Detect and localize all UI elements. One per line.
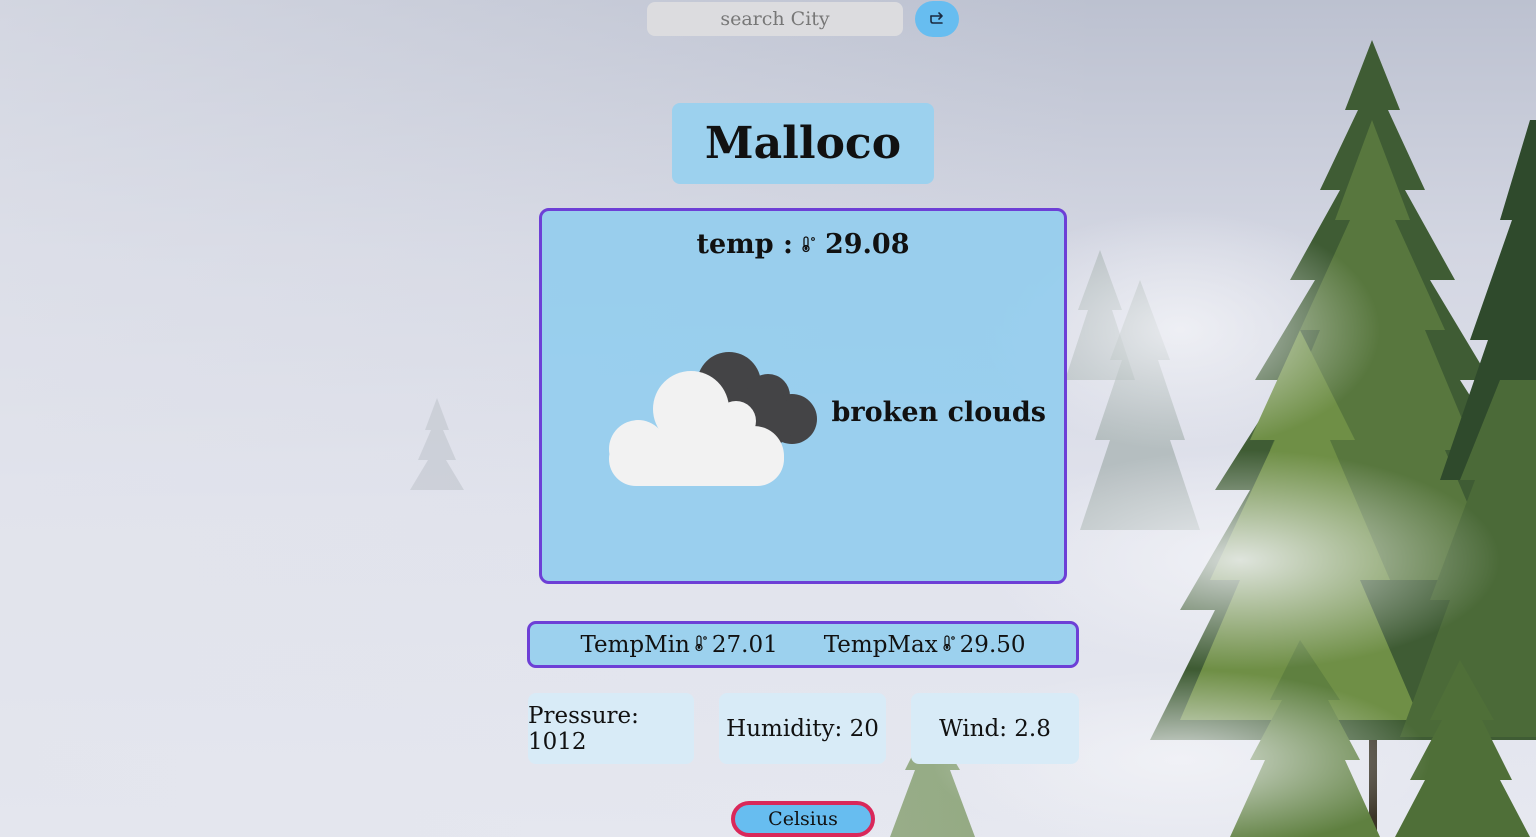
thermometer-icon — [942, 632, 956, 658]
broken-clouds-icon — [604, 346, 824, 490]
temp-max-label: TempMax — [823, 631, 938, 658]
unit-toggle-button[interactable]: Celsius — [731, 801, 875, 837]
refresh-icon — [927, 9, 947, 30]
current-weather-card: temp : 29.08 broken clouds — [539, 208, 1067, 584]
wind-stat: Wind: 2.8 — [911, 693, 1079, 764]
weather-description: broken clouds — [831, 397, 1046, 428]
temp-min-label: TempMin — [580, 631, 690, 658]
humidity-stat: Humidity: 20 — [719, 693, 886, 764]
temp-range-bar: TempMin 27.01 TempMax 29.50 — [527, 621, 1079, 668]
temp-label: temp : — [696, 229, 793, 260]
search-button[interactable] — [915, 1, 959, 37]
thermometer-icon — [801, 229, 817, 260]
temp-min-value: 27.01 — [711, 631, 778, 658]
temp-max: TempMax 29.50 — [824, 632, 1026, 658]
temp-value: 29.08 — [824, 229, 910, 260]
temp-max-value: 29.50 — [959, 631, 1026, 658]
search-input[interactable] — [647, 2, 903, 36]
temp-min: TempMin 27.01 — [580, 632, 777, 658]
city-name: Malloco — [704, 118, 902, 169]
temperature-line: temp : 29.08 — [542, 229, 1064, 260]
city-header: Malloco — [672, 103, 934, 184]
thermometer-icon — [694, 632, 708, 658]
pressure-stat: Pressure: 1012 — [528, 693, 694, 764]
